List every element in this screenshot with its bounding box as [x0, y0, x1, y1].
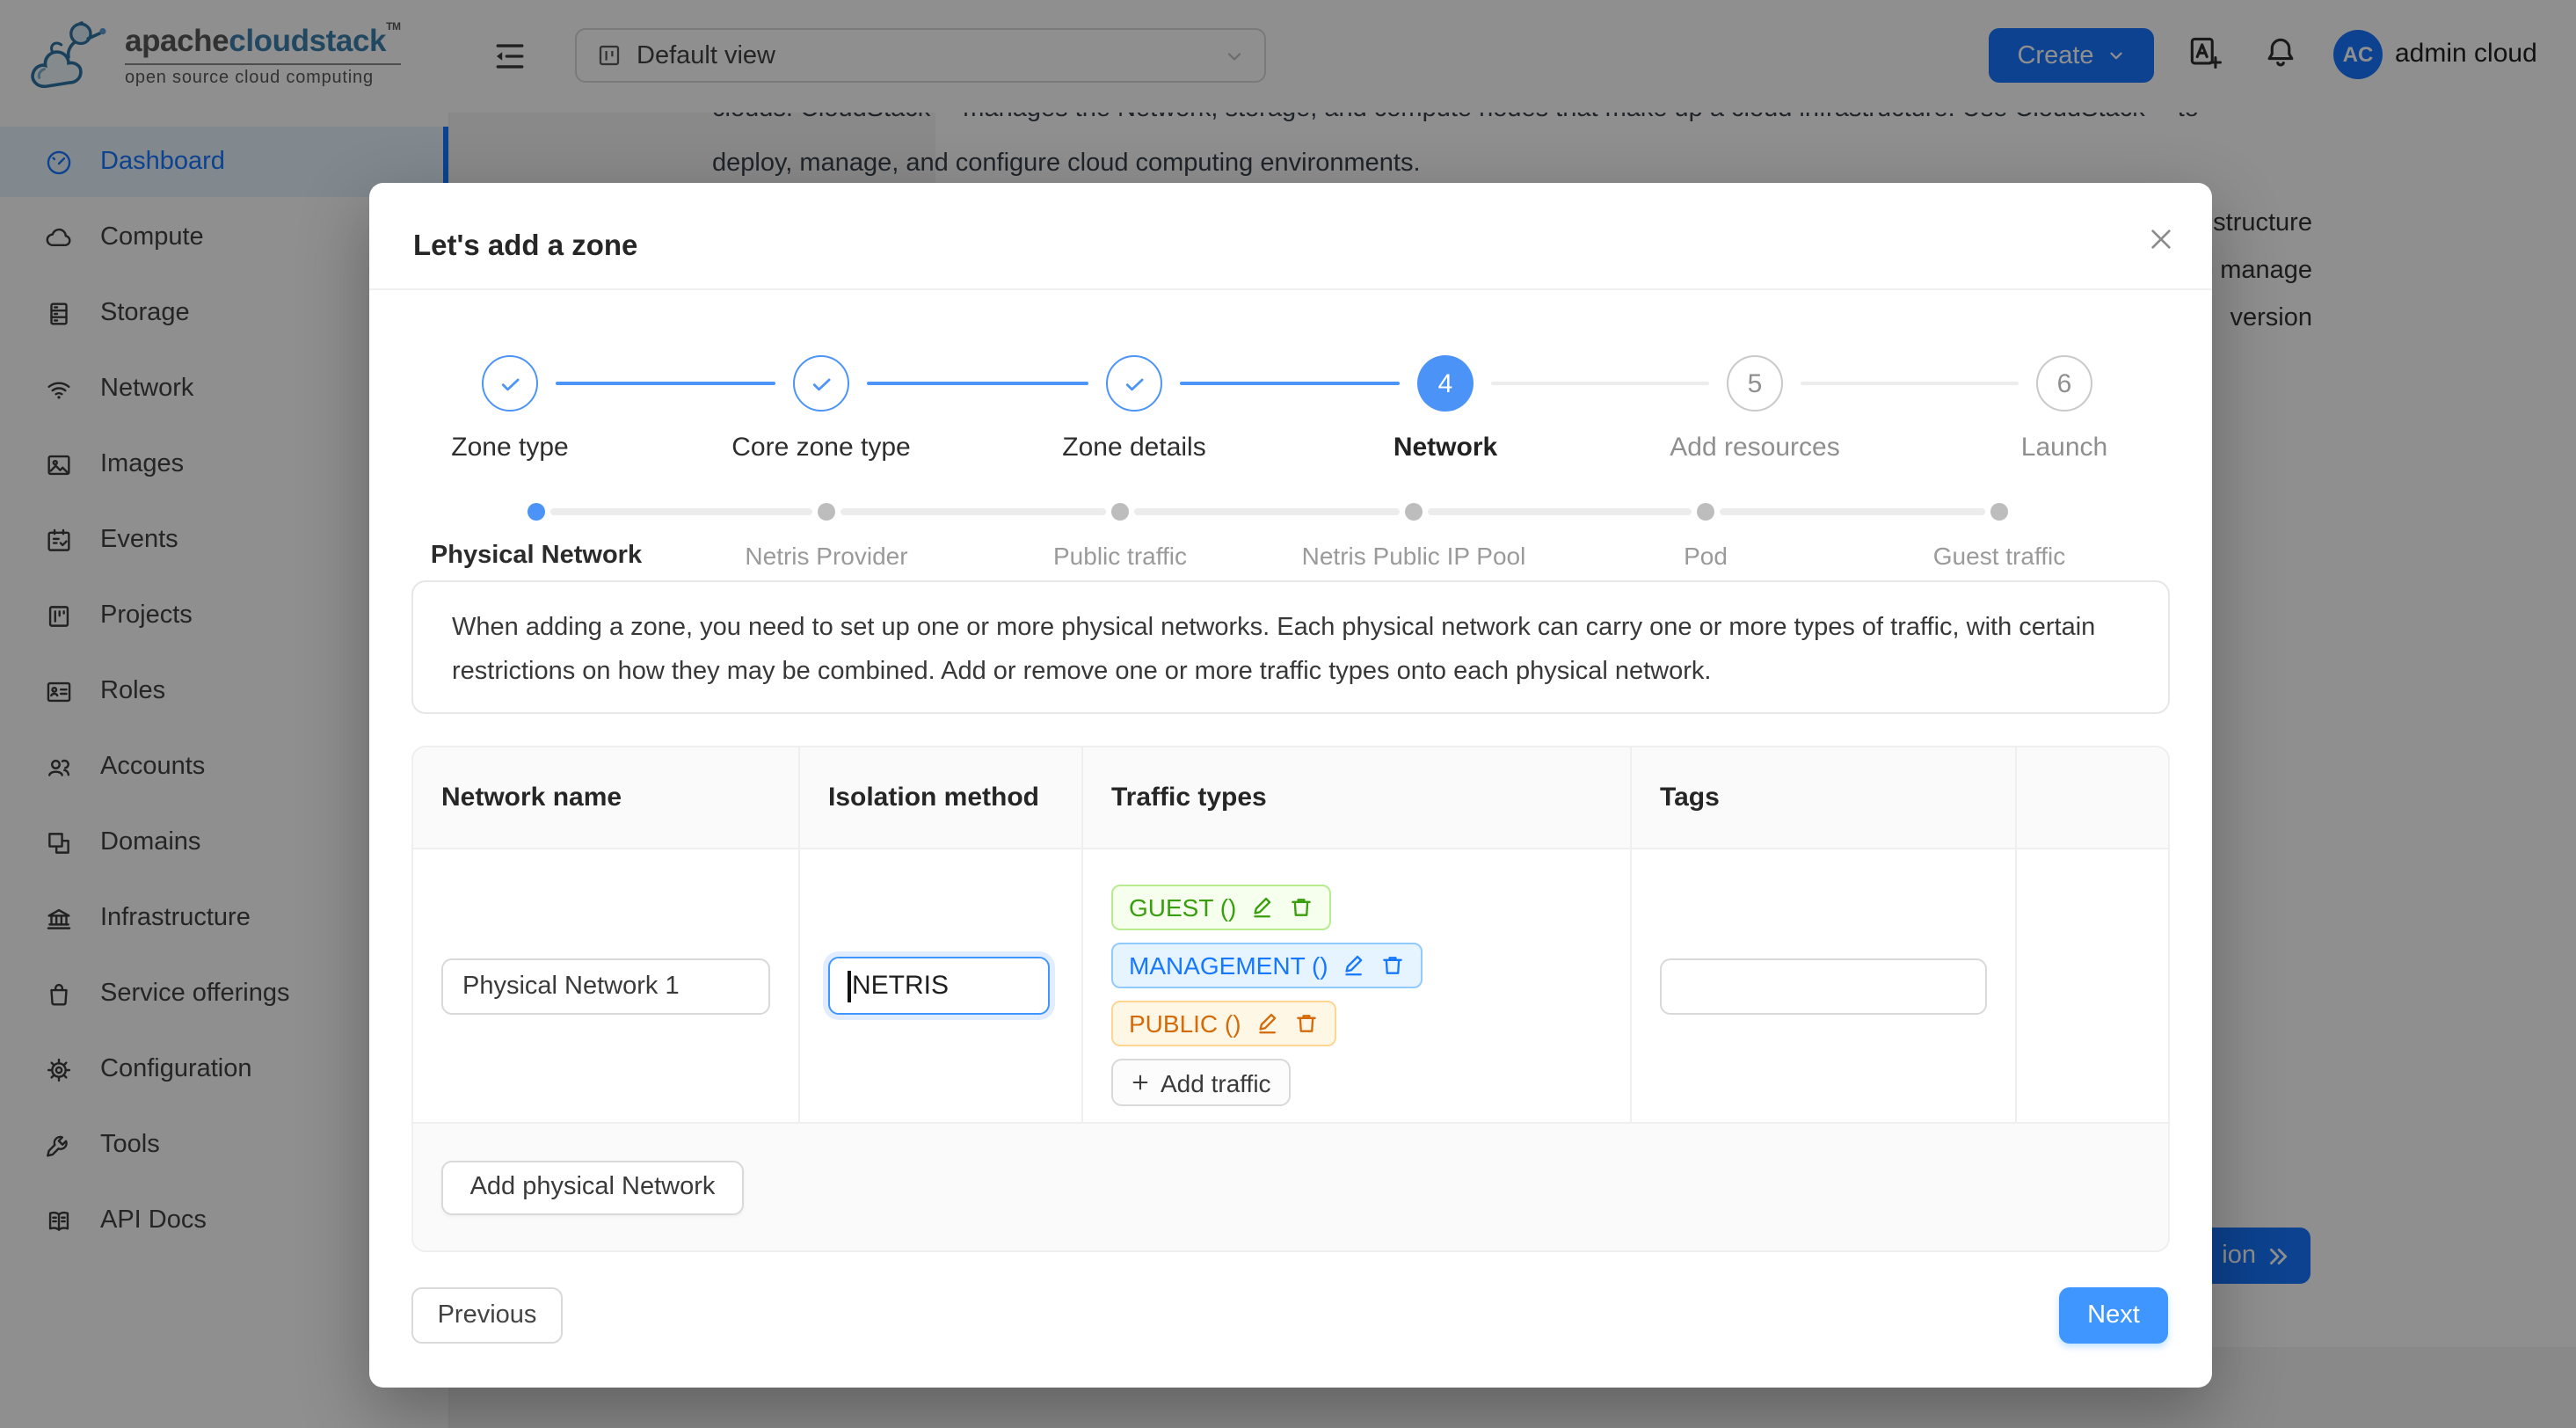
substep-dot-netris-public-ip-pool[interactable] — [1405, 503, 1423, 521]
table-row: NETRIS GUEST () MANAGEMENT () — [413, 848, 2168, 1122]
substep-label: Netris Public IP Pool — [1302, 542, 1526, 570]
column-header-traffic-types: Traffic types — [1081, 747, 1630, 848]
isolation-method-cell: NETRIS — [798, 849, 1081, 1122]
traffic-tag-label: PUBLIC () — [1129, 1009, 1241, 1038]
close-icon — [2147, 225, 2175, 253]
traffic-tag-label: MANAGEMENT () — [1129, 951, 1328, 980]
app-viewport: clouds. CloudStack™ manages the Network,… — [0, 0, 2576, 1428]
step-connector — [1180, 382, 1400, 385]
column-header-tags: Tags — [1630, 747, 2015, 848]
tags-cell — [1630, 849, 2015, 1122]
modal-title: Let's add a zone — [413, 230, 637, 264]
network-name-input[interactable] — [441, 958, 770, 1014]
delete-icon[interactable] — [1381, 953, 1406, 978]
previous-button[interactable]: Previous — [411, 1287, 563, 1344]
plus-icon — [1131, 1073, 1150, 1092]
substep-connector — [1428, 508, 1692, 515]
substep-connector — [550, 508, 812, 515]
substep-dot-guest-traffic[interactable] — [1990, 503, 2008, 521]
traffic-types-cell: GUEST () MANAGEMENT () PUBLIC () — [1081, 849, 1630, 1122]
step-label: Launch — [2021, 433, 2107, 463]
substep-dot-public-traffic[interactable] — [1111, 503, 1129, 521]
edit-icon[interactable] — [1255, 1011, 1280, 1036]
step-zone-type[interactable] — [482, 355, 538, 412]
substep-connector — [1720, 508, 1985, 515]
step-connector — [1491, 382, 1709, 385]
check-icon — [808, 370, 834, 397]
check-icon — [497, 370, 523, 397]
traffic-tag-label: GUEST () — [1129, 893, 1236, 922]
substep-dot-netris-provider[interactable] — [818, 503, 835, 521]
column-header-network-name: Network name — [413, 747, 798, 848]
substep-label: Pod — [1684, 542, 1728, 570]
step-zone-details[interactable] — [1106, 355, 1162, 412]
traffic-tag-public: PUBLIC () — [1111, 1001, 1336, 1046]
step-network[interactable]: 4 — [1417, 355, 1474, 412]
column-header-isolation-method: Isolation method — [798, 747, 1081, 848]
next-button[interactable]: Next — [2059, 1287, 2168, 1344]
traffic-tag-management: MANAGEMENT () — [1111, 943, 1423, 988]
physical-network-description: When adding a zone, you need to set up o… — [452, 607, 2133, 693]
step-label: Zone type — [451, 433, 568, 463]
text-caret — [848, 970, 850, 1002]
delete-icon[interactable] — [1294, 1011, 1319, 1036]
step-connector — [1801, 382, 2019, 385]
isolation-method-input[interactable]: NETRIS — [828, 957, 1050, 1015]
substep-label: Guest traffic — [1933, 542, 2065, 570]
edit-icon[interactable] — [1343, 953, 1367, 978]
step-connector — [556, 382, 775, 385]
close-button[interactable] — [2147, 225, 2175, 253]
empty-cell — [2015, 849, 2168, 1122]
step-label: Core zone type — [731, 433, 910, 463]
substep-dot-physical-network[interactable] — [528, 503, 545, 521]
table-header-row: Network name Isolation method Traffic ty… — [413, 747, 2168, 848]
substep-dot-pod[interactable] — [1697, 503, 1714, 521]
step-number: 4 — [1438, 368, 1453, 398]
substep-connector — [1134, 508, 1400, 515]
tags-input[interactable] — [1660, 958, 1987, 1014]
add-traffic-button[interactable]: Add traffic — [1111, 1059, 1291, 1106]
physical-network-description-box: When adding a zone, you need to set up o… — [411, 580, 2170, 714]
network-substeps: Physical Network Netris Provider Public … — [369, 478, 2212, 580]
step-add-resources[interactable]: 5 — [1727, 355, 1783, 412]
step-label: Network — [1394, 433, 1497, 463]
step-core-zone-type[interactable] — [793, 355, 849, 412]
add-physical-network-button[interactable]: Add physical Network — [441, 1160, 744, 1214]
check-icon — [1121, 370, 1147, 397]
edit-icon[interactable] — [1250, 895, 1275, 920]
substep-label: Public traffic — [1053, 542, 1187, 570]
isolation-method-value: NETRIS — [852, 971, 949, 1001]
step-launch[interactable]: 6 — [2036, 355, 2092, 412]
step-connector — [867, 382, 1088, 385]
traffic-tag-guest: GUEST () — [1111, 885, 1331, 930]
step-number: 6 — [2057, 368, 2072, 398]
step-label: Add resources — [1670, 433, 1839, 463]
column-header-empty — [2015, 747, 2168, 848]
physical-network-table: Network name Isolation method Traffic ty… — [411, 746, 2170, 1252]
substep-label: Physical Network — [431, 542, 642, 570]
delete-icon[interactable] — [1289, 895, 1313, 920]
add-zone-modal: Let's add a zone 4 5 6 Zone typ — [369, 183, 2212, 1388]
substep-label: Netris Provider — [745, 542, 907, 570]
add-traffic-label: Add traffic — [1161, 1068, 1271, 1096]
substep-connector — [840, 508, 1106, 515]
modal-header: Let's add a zone — [369, 183, 2212, 290]
step-number: 5 — [1748, 368, 1763, 398]
zone-wizard-steps: 4 5 6 Zone type Core zone type Zone deta… — [411, 331, 2170, 468]
table-footer-row: Add physical Network — [413, 1122, 2168, 1250]
network-name-cell — [413, 849, 798, 1122]
step-label: Zone details — [1062, 433, 1205, 463]
